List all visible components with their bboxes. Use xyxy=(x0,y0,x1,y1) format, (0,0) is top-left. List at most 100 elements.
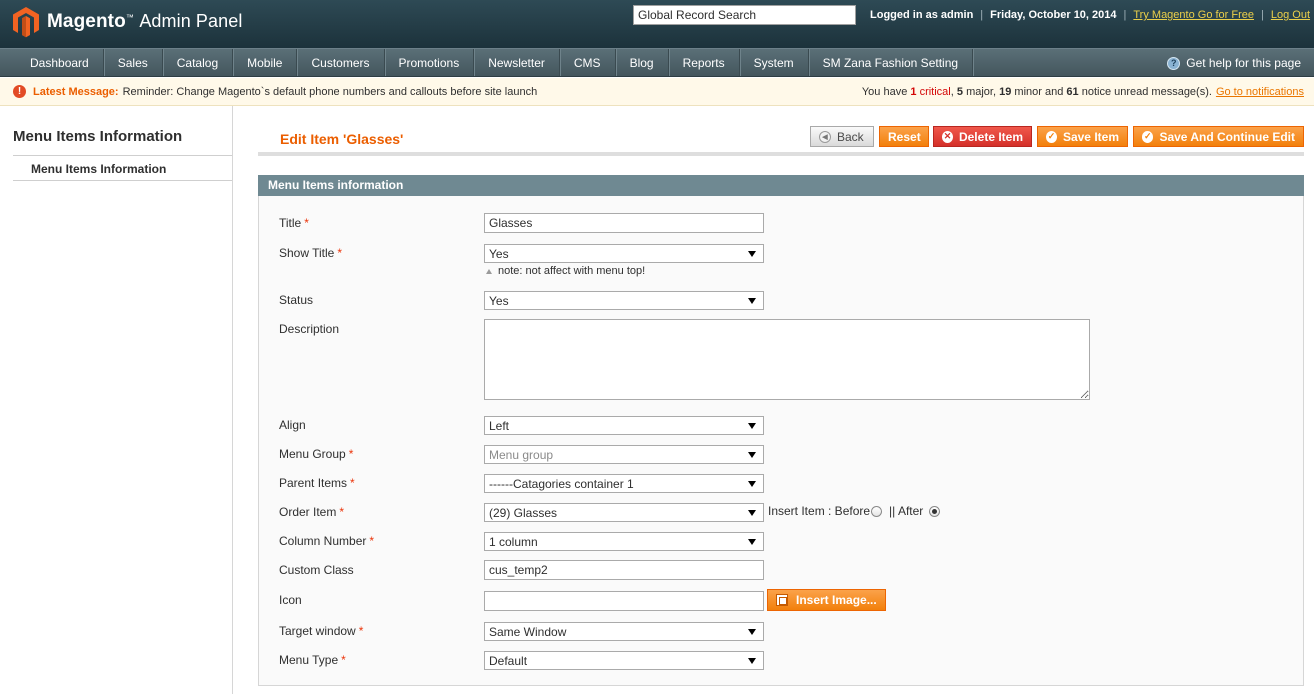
target-window-select[interactable]: Same Window xyxy=(484,622,764,641)
show-title-select[interactable]: Yes xyxy=(484,244,764,263)
help-icon: ? xyxy=(1167,56,1181,70)
image-icon xyxy=(776,594,788,606)
delete-item-button-label: Delete Item xyxy=(958,129,1023,144)
required-mark: * xyxy=(358,624,364,638)
header-date: Friday, October 10, 2014 xyxy=(990,9,1117,21)
reset-button-label: Reset xyxy=(888,129,921,144)
latest-message-label: Latest Message: xyxy=(33,85,119,98)
nav-cms[interactable]: CMS xyxy=(560,49,616,76)
order-item-value: (29) Glasses xyxy=(489,505,558,520)
order-item-label: Order Item * xyxy=(279,505,344,519)
nav-blog[interactable]: Blog xyxy=(616,49,669,76)
go-to-notifications-link[interactable]: Go to notifications xyxy=(1216,86,1304,98)
nav-sales[interactable]: Sales xyxy=(104,49,163,76)
align-select[interactable]: Left xyxy=(484,416,764,435)
critical-count: 1 xyxy=(910,86,917,98)
reset-button[interactable]: Reset xyxy=(879,126,929,147)
show-title-label: Show Title * xyxy=(279,246,342,260)
align-value: Left xyxy=(489,418,510,433)
align-label: Align xyxy=(279,418,306,432)
required-mark: * xyxy=(350,476,355,490)
arrow-left-icon: ◀ xyxy=(819,130,831,143)
order-item-label-text: Order Item xyxy=(279,505,337,519)
nav-sm-zana-fashion-setting[interactable]: SM Zana Fashion Setting xyxy=(809,49,974,76)
nav-promotions[interactable]: Promotions xyxy=(385,49,475,76)
sidebar-tab-menu-items-information[interactable]: Menu Items Information xyxy=(31,162,166,176)
custom-class-label: Custom Class xyxy=(279,563,354,577)
save-item-button[interactable]: ✓ Save Item xyxy=(1037,126,1128,147)
insert-item-label: Insert Item : Before xyxy=(768,504,871,518)
status-value: Yes xyxy=(489,293,509,308)
menu-type-select[interactable]: Default xyxy=(484,651,764,670)
chevron-down-icon xyxy=(748,480,756,487)
magento-logo[interactable]: Magento™ Admin Panel xyxy=(12,5,242,39)
insert-image-button-label: Insert Image... xyxy=(796,593,877,607)
description-label: Description xyxy=(279,322,339,336)
show-title-note: note: not affect with menu top! xyxy=(484,265,645,277)
insert-item-options: Insert Item : Before || After xyxy=(768,504,944,518)
check-icon: ✓ xyxy=(1142,130,1154,143)
notice-label: notice unread message(s). xyxy=(1081,86,1212,98)
back-button[interactable]: ◀ Back xyxy=(810,126,874,147)
target-window-label-text: Target window xyxy=(279,624,356,638)
notification-bar: ! Latest Message: Reminder: Change Magen… xyxy=(0,78,1314,106)
nav-customers[interactable]: Customers xyxy=(297,49,385,76)
nav-reports[interactable]: Reports xyxy=(669,49,740,76)
parent-items-select[interactable]: ------Catagories container 1 xyxy=(484,474,764,493)
panel-header: Menu Items information xyxy=(258,175,1304,196)
title-input[interactable] xyxy=(484,213,764,233)
major-count: 5 xyxy=(956,86,963,98)
icon-label-text: Icon xyxy=(279,593,302,607)
check-icon: ✓ xyxy=(1046,130,1057,143)
alert-icon: ! xyxy=(13,85,26,98)
align-label-text: Align xyxy=(279,418,306,432)
insert-after-radio[interactable] xyxy=(929,505,941,517)
icon-label: Icon xyxy=(279,593,302,607)
column-number-label-text: Column Number xyxy=(279,534,367,548)
nav-system[interactable]: System xyxy=(740,49,809,76)
delete-icon: ✕ xyxy=(942,130,953,143)
global-search-input[interactable] xyxy=(633,5,856,25)
nav-newsletter[interactable]: Newsletter xyxy=(474,49,560,76)
custom-class-input[interactable] xyxy=(484,560,764,580)
show-title-note-text: note: not affect with menu top! xyxy=(498,265,646,277)
panel-body xyxy=(258,196,1304,686)
icon-input[interactable] xyxy=(484,591,764,611)
menu-type-label: Menu Type * xyxy=(279,653,346,667)
save-and-continue-button-label: Save And Continue Edit xyxy=(1159,129,1295,144)
menu-group-select[interactable]: Menu group xyxy=(484,445,764,464)
logged-in-text: Logged in as admin xyxy=(870,9,974,21)
insert-image-button[interactable]: Insert Image... xyxy=(767,589,886,611)
chevron-down-icon xyxy=(748,509,756,516)
logout-link[interactable]: Log Out xyxy=(1271,9,1310,21)
brand-name: Magento xyxy=(47,11,126,32)
separator: | xyxy=(1261,9,1264,21)
page-title: Edit Item 'Glasses' xyxy=(280,131,404,147)
status-label-text: Status xyxy=(279,293,314,307)
menu-group-label: Menu Group * xyxy=(279,447,353,461)
nav-catalog[interactable]: Catalog xyxy=(163,49,234,76)
required-mark: * xyxy=(341,653,346,667)
nav-dashboard[interactable]: Dashboard xyxy=(0,49,104,76)
order-item-select[interactable]: (29) Glasses xyxy=(484,503,764,522)
target-window-label: Target window * xyxy=(279,624,363,638)
magento-logo-icon xyxy=(13,7,39,38)
column-number-select[interactable]: 1 column xyxy=(484,532,764,551)
status-label: Status xyxy=(279,293,313,307)
description-textarea[interactable] xyxy=(484,319,1090,400)
delete-item-button[interactable]: ✕ Delete Item xyxy=(933,126,1032,147)
status-select[interactable]: Yes xyxy=(484,291,764,310)
save-and-continue-button[interactable]: ✓ Save And Continue Edit xyxy=(1133,126,1304,147)
menu-group-label-text: Menu Group xyxy=(279,447,346,461)
sidebar-divider xyxy=(13,155,232,156)
required-mark: * xyxy=(337,246,343,260)
insert-before-radio[interactable] xyxy=(871,505,883,517)
show-title-label-text: Show Title xyxy=(279,246,335,260)
required-mark: * xyxy=(369,534,375,548)
try-magento-go-link[interactable]: Try Magento Go for Free xyxy=(1133,9,1254,21)
separator: | xyxy=(1123,9,1127,21)
latest-message-text: Reminder: Change Magento`s default phone… xyxy=(122,85,538,98)
nav-mobile[interactable]: Mobile xyxy=(233,49,298,76)
minor-label: minor and xyxy=(1014,86,1064,98)
help-link[interactable]: ? Get help for this page xyxy=(1167,49,1301,77)
